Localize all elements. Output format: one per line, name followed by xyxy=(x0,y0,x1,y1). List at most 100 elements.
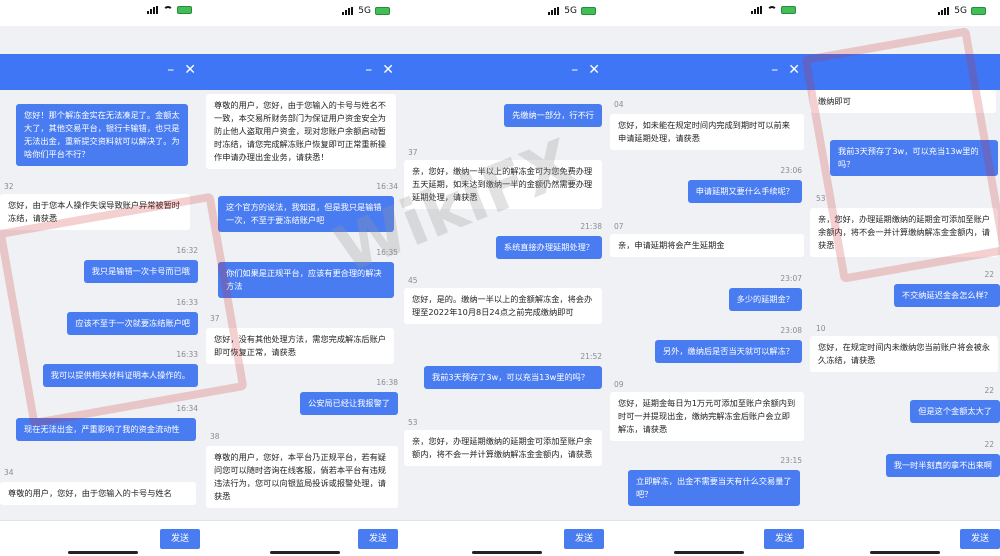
timestamp: 22 xyxy=(984,386,994,395)
message-list[interactable]: 您好！那个解冻金实在无法凑足了。金额太大了，其他交易平台，银行卡输错，也只是无法… xyxy=(0,90,206,520)
message-bubble: 您好，由于您本人操作失误导致账户异常被暂时冻结，请获悉 xyxy=(0,194,190,230)
close-icon[interactable]: ✕ xyxy=(184,62,196,78)
timestamp: 32 xyxy=(4,182,14,191)
timestamp: 23:08 xyxy=(780,326,802,335)
chat-header: – ✕ xyxy=(206,54,404,90)
status-bar: 5G xyxy=(404,0,610,26)
battery-icon xyxy=(375,7,390,15)
send-button[interactable]: 发送 xyxy=(764,529,804,549)
signal-icon xyxy=(751,6,763,14)
chat-screenshot-2: 5G – ✕ 尊敬的用户，您好，由于您输入的卡号与姓名不一致，本交易所财务部门为保… xyxy=(206,0,404,556)
minimize-icon[interactable]: – xyxy=(771,62,778,78)
message-bubble: 您好，没有其他处理方法，需您完成解冻后账户即可恢复正常，请获悉 xyxy=(206,328,394,364)
timestamp: 34 xyxy=(4,468,14,477)
network-type: 5G xyxy=(358,6,371,16)
signal-icon xyxy=(938,7,950,15)
timestamp: 45 xyxy=(408,276,418,285)
message-bubble: 但是这个金额太大了 xyxy=(910,400,1000,423)
timestamp: 07 xyxy=(614,222,624,231)
status-bar xyxy=(0,0,206,26)
message-list[interactable]: 先缴纳一部分，行不行 37 亲，您好，缴纳一半以上的解冻金可为您免费办理五天延期… xyxy=(404,90,610,520)
timestamp: 16:34 xyxy=(376,182,398,191)
timestamp: 23:15 xyxy=(780,456,802,465)
message-bubble: 亲，您好，缴纳一半以上的解冻金可为您免费办理五天延期，如未达到缴纳一半的金额仍然… xyxy=(404,160,602,209)
message-bubble: 这个官方的说法，我知道，但是我只是输错一次，不至于要冻结账户吧 xyxy=(218,196,394,232)
timestamp: 53 xyxy=(408,418,418,427)
message-bubble: 您好，延期金每日为1万元可添加至账户余额内到时可一并提现出金，缴纳完解冻金后账户… xyxy=(610,392,804,441)
chat-screenshot-1: – ✕ 您好！那个解冻金实在无法凑足了。金额太大了，其他交易平台，银行卡输错，也只… xyxy=(0,0,206,556)
timestamp: 38 xyxy=(210,432,220,441)
signal-icon xyxy=(548,7,560,15)
battery-icon xyxy=(971,7,986,15)
close-icon[interactable]: ✕ xyxy=(588,62,600,78)
status-bar xyxy=(610,0,810,26)
send-button[interactable]: 发送 xyxy=(564,529,604,549)
send-button[interactable]: 发送 xyxy=(960,529,1000,549)
message-bubble: 应该不至于一次就要冻结账户吧 xyxy=(67,312,198,335)
chat-header: – ✕ xyxy=(0,54,206,90)
home-indicator xyxy=(870,551,940,554)
timestamp: 37 xyxy=(210,314,220,323)
message-list[interactable]: 缴纳即可 我前3天预存了3w，可以充当13w里的吗？ 53 亲，您好，办理延期缴… xyxy=(810,90,1000,520)
timestamp: 10 xyxy=(816,324,826,333)
timestamp: 09 xyxy=(614,380,624,389)
send-button[interactable]: 发送 xyxy=(160,529,200,549)
message-bubble: 您好！那个解冻金实在无法凑足了。金额太大了，其他交易平台，银行卡输错，也只是无法… xyxy=(16,104,188,166)
send-button[interactable]: 发送 xyxy=(358,529,398,549)
signal-icon xyxy=(342,7,354,15)
message-bubble: 现在无法出金，严重影响了我的资金流动性 xyxy=(16,418,196,441)
message-bubble: 我只是输错一次卡号而已哦 xyxy=(83,260,198,283)
chat-screenshot-4: – ✕ 04 您好，如未能在规定时间内完成到期时可以前来申请延期处理，请获悉 23… xyxy=(610,0,810,556)
minimize-icon[interactable]: – xyxy=(571,62,578,78)
timestamp: 37 xyxy=(408,148,418,157)
message-bubble: 缴纳即可 xyxy=(810,90,996,113)
timestamp: 21:38 xyxy=(580,222,602,231)
status-bar: 5G xyxy=(810,0,1000,26)
message-bubble: 尊敬的用户，您好，本平台乃正规平台，若有疑问您可以随时咨询在线客服，倘若本平台有… xyxy=(206,446,398,508)
message-bubble: 不交纳延迟金会怎么样？ xyxy=(893,284,1000,307)
timestamp: 53 xyxy=(816,194,826,203)
battery-icon xyxy=(781,6,796,14)
minimize-icon[interactable]: – xyxy=(365,62,372,78)
close-icon[interactable]: ✕ xyxy=(382,62,394,78)
chat-header xyxy=(810,54,1000,90)
close-icon[interactable]: ✕ xyxy=(788,62,800,78)
signal-icon xyxy=(147,6,159,14)
message-bubble: 您好，如未能在规定时间内完成到期时可以前来申请延期处理，请获悉 xyxy=(610,114,804,150)
message-bubble: 尊敬的用户，您好，由于您输入的卡号与姓名 xyxy=(0,482,196,505)
message-bubble: 我可以提供相关材料证明本人操作的。 xyxy=(42,364,198,387)
timestamp: 16:35 xyxy=(376,248,398,257)
message-bubble: 我前3天预存了3w，可以充当13w里的吗？ xyxy=(830,140,998,176)
message-list[interactable]: 尊敬的用户，您好，由于您输入的卡号与姓名不一致，本交易所财务部门为保证用户资金安… xyxy=(206,90,404,520)
home-indicator xyxy=(674,551,744,554)
network-type: 5G xyxy=(954,6,967,16)
home-indicator xyxy=(68,551,138,554)
message-bubble: 亲，您好，办理延期缴纳的延期金可添加至账户余额内，将不会一并计算缴纳解冻金金额内… xyxy=(404,430,602,466)
minimize-icon[interactable]: – xyxy=(167,62,174,78)
wifi-icon xyxy=(163,6,173,14)
message-bubble: 系统直接办理延期处理？ xyxy=(495,236,602,259)
timestamp: 16:32 xyxy=(176,246,198,255)
message-bubble: 申请延期又要什么手续呢？ xyxy=(687,180,802,203)
timestamp: 23:06 xyxy=(780,166,802,175)
message-bubble: 您好，在规定时间内未缴纳您当前账户将会被永久冻结，请获悉 xyxy=(810,336,998,372)
message-bubble: 亲，申请延期将会产生延期金 xyxy=(610,234,804,257)
message-bubble: 立即解冻，出金不需要当天有什么交易量了吧？ xyxy=(628,470,800,506)
timestamp: 22 xyxy=(984,440,994,449)
battery-icon xyxy=(177,6,192,14)
message-bubble: 您好，是的。缴纳一半以上的金额解冻金，将会办理至2022年10月8日24点之前完… xyxy=(404,288,602,324)
wifi-icon xyxy=(767,6,777,14)
message-bubble: 公安局已经让我报警了 xyxy=(300,392,398,415)
message-bubble: 多少的延期金？ xyxy=(728,288,802,311)
message-bubble: 先缴纳一部分，行不行 xyxy=(504,104,602,127)
timestamp: 04 xyxy=(614,100,624,109)
chat-header: – ✕ xyxy=(404,54,610,90)
message-bubble: 我前3天预存了3w，可以充当13w里的吗？ xyxy=(424,366,602,389)
message-bubble: 亲，您好，办理延期缴纳的延期金可添加至账户余额内，将不会一并计算缴纳解冻金金额内… xyxy=(810,208,998,257)
timestamp: 16:38 xyxy=(376,378,398,387)
message-list[interactable]: 04 您好，如未能在规定时间内完成到期时可以前来申请延期处理，请获悉 23:06… xyxy=(610,90,810,520)
chat-screenshot-3: 5G – ✕ 先缴纳一部分，行不行 37 亲，您好，缴纳一半以上的解冻金可为您免费… xyxy=(404,0,610,556)
home-indicator xyxy=(270,551,340,554)
message-bubble: 另外，缴纳后是否当天就可以解冻？ xyxy=(654,340,802,363)
chat-screenshot-5: 5G 缴纳即可 我前3天预存了3w，可以充当13w里的吗？ 53 亲，您好，办理… xyxy=(810,0,1000,556)
